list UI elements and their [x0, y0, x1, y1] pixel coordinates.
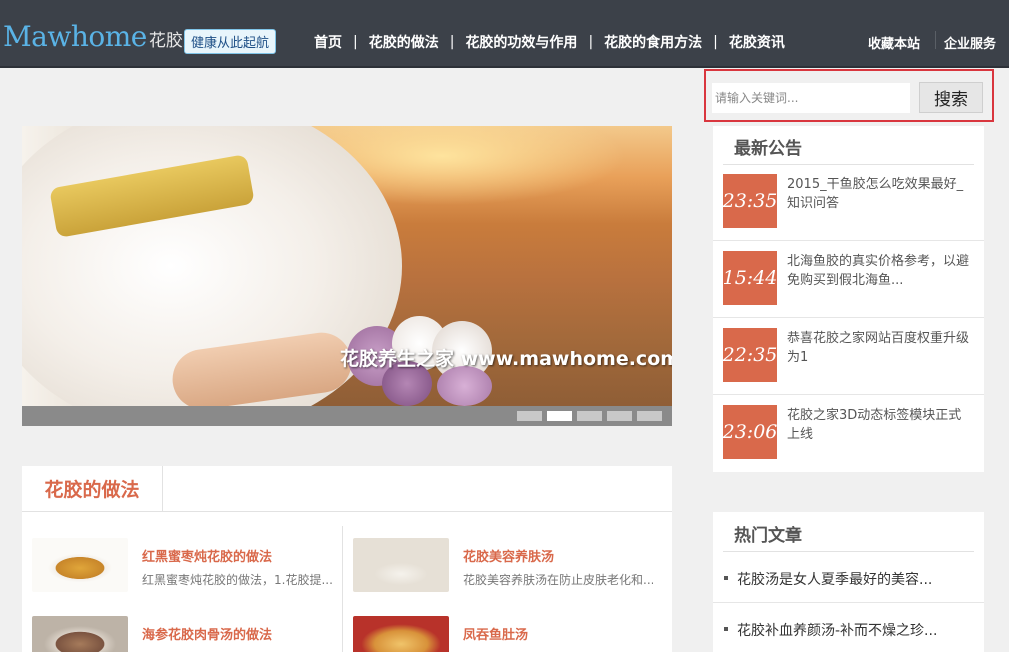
- hot-article-link[interactable]: 花胶补血养颜汤-补而不燥之珍...: [737, 620, 937, 640]
- slider-dot[interactable]: [637, 411, 662, 421]
- slider-dot[interactable]: [577, 411, 602, 421]
- recipes-tab[interactable]: 花胶的做法: [22, 466, 163, 511]
- favorite-link[interactable]: 收藏本站: [868, 28, 920, 56]
- announcement-time: 22:35: [723, 328, 777, 382]
- announcement-text[interactable]: 北海鱼胶的真实价格参考，以避免购买到假北海鱼...: [787, 252, 973, 290]
- nav-recipes[interactable]: 花胶的做法: [369, 32, 439, 52]
- recipe-title[interactable]: 红黑蜜枣炖花胶的做法: [142, 546, 272, 565]
- recipe-title[interactable]: 凤吞鱼肚汤: [463, 624, 528, 643]
- nav-usage[interactable]: 花胶的食用方法: [604, 32, 702, 52]
- announcement-text[interactable]: 花胶之家3D动态标签模块正式上线: [787, 406, 973, 444]
- nav-separator: |: [713, 34, 718, 50]
- search-input[interactable]: [712, 83, 910, 113]
- hot-article-item[interactable]: 花胶补血养颜汤-补而不燥之珍...: [713, 604, 984, 652]
- nav-separator: |: [588, 34, 594, 50]
- recipe-thumbnail[interactable]: [353, 616, 449, 652]
- search-box: 搜索: [704, 69, 994, 122]
- hot-article-link[interactable]: 花胶汤是女人夏季最好的美容...: [737, 569, 932, 589]
- column-divider: [342, 526, 343, 652]
- bullet-icon: [724, 627, 728, 631]
- recipes-section: 花胶的做法 红黑蜜枣炖花胶的做法 红黑蜜枣炖花胶的做法，1.花胶提... 花胶美…: [22, 466, 672, 652]
- nav-home[interactable]: 首页: [314, 32, 342, 52]
- announcement-item[interactable]: 23:06 花胶之家3D动态标签模块正式上线: [713, 395, 984, 472]
- nav-benefits[interactable]: 花胶的功效与作用: [465, 32, 577, 52]
- recipe-thumbnail[interactable]: [32, 538, 128, 592]
- recipe-thumbnail[interactable]: [353, 538, 449, 592]
- hot-articles-panel: 热门文章 花胶汤是女人夏季最好的美容... 花胶补血养颜汤-补而不燥之珍...: [713, 512, 984, 652]
- bullet-icon: [724, 576, 728, 580]
- recipe-item[interactable]: 海参花胶肉骨汤的做法: [32, 616, 332, 652]
- recipe-title[interactable]: 花胶美容养肤汤: [463, 546, 554, 565]
- slider-dot[interactable]: [607, 411, 632, 421]
- recipe-thumbnail[interactable]: [32, 616, 128, 652]
- announcement-item[interactable]: 22:35 恭喜花胶之家网站百度权重升级为1: [713, 318, 984, 395]
- slide-image: 花胶养生之家 www.mawhome.com: [22, 126, 672, 426]
- announcements-panel: 最新公告 23:35 2015_干鱼胶怎么吃效果最好_知识问答 15:44 北海…: [713, 126, 984, 472]
- logo-english: Mawhome: [3, 19, 147, 53]
- slider-pagination: [22, 406, 672, 426]
- announcement-item[interactable]: 15:44 北海鱼胶的真实价格参考，以避免购买到假北海鱼...: [713, 241, 984, 318]
- nav-separator: |: [449, 34, 455, 50]
- slide-caption: 花胶养生之家 www.mawhome.com: [340, 348, 672, 370]
- announcement-time: 23:06: [723, 405, 777, 459]
- announcement-time: 23:35: [723, 174, 777, 228]
- hot-articles-title: 热门文章: [734, 526, 802, 546]
- recipe-item[interactable]: 凤吞鱼肚汤: [353, 616, 653, 652]
- recipes-tab-label: 花胶的做法: [44, 479, 140, 501]
- panel-divider: [723, 551, 974, 552]
- nav-separator: |: [353, 34, 358, 50]
- nav-news[interactable]: 花胶资讯: [729, 32, 785, 52]
- section-divider: [22, 511, 672, 512]
- recipe-item[interactable]: 红黑蜜枣炖花胶的做法 红黑蜜枣炖花胶的做法，1.花胶提...: [32, 538, 332, 598]
- announcement-text[interactable]: 恭喜花胶之家网站百度权重升级为1: [787, 329, 973, 367]
- announcements-title: 最新公告: [734, 139, 802, 159]
- announcement-text[interactable]: 2015_干鱼胶怎么吃效果最好_知识问答: [787, 175, 973, 213]
- logo-slogan: 健康从此起航: [184, 29, 277, 54]
- image-slider[interactable]: 花胶养生之家 www.mawhome.com: [22, 126, 672, 426]
- recipe-title[interactable]: 海参花胶肉骨汤的做法: [142, 624, 272, 643]
- recipe-description: 花胶美容养肤汤在防止皮肤老化和...: [463, 573, 653, 587]
- main-nav: 首页 | 花胶的做法 | 花胶的功效与作用 | 花胶的食用方法 | 花胶资讯: [314, 28, 785, 56]
- recipe-item[interactable]: 花胶美容养肤汤 花胶美容养肤汤在防止皮肤老化和...: [353, 538, 653, 598]
- announcement-time: 15:44: [723, 251, 777, 305]
- hot-article-item[interactable]: 花胶汤是女人夏季最好的美容...: [713, 553, 984, 603]
- enterprise-link[interactable]: 企业服务: [944, 28, 996, 56]
- slider-dot[interactable]: [517, 411, 542, 421]
- announcement-item[interactable]: 23:35 2015_干鱼胶怎么吃效果最好_知识问答: [713, 164, 984, 241]
- site-header: Mawhome 花胶之家 健康从此起航 首页 | 花胶的做法 | 花胶的功效与作…: [0, 0, 1009, 68]
- header-divider: [935, 31, 936, 49]
- recipe-description: 红黑蜜枣炖花胶的做法，1.花胶提...: [142, 573, 332, 587]
- slider-dot-active[interactable]: [547, 411, 572, 421]
- search-button[interactable]: 搜索: [919, 82, 983, 113]
